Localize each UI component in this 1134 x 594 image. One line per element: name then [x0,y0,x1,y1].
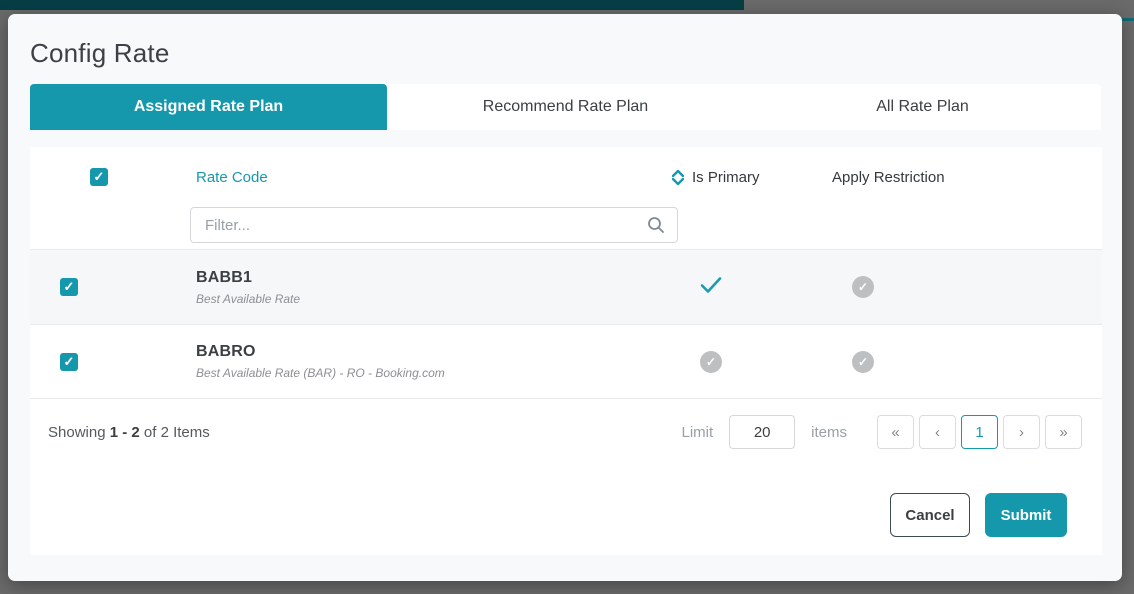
pagination: « ‹ 1 › » [877,415,1082,449]
select-all-checkbox[interactable]: ✓ [90,168,108,186]
rate-description: Best Available Rate [196,292,692,306]
limit-input[interactable] [729,415,795,449]
search-icon [646,215,666,240]
tab-all-rate-plan[interactable]: All Rate Plan [744,84,1101,130]
is-primary-circle-check-icon: ✓ [700,351,722,373]
modal-title: Config Rate [30,38,1102,68]
apply-restriction-column-header: Apply Restriction [832,169,1052,186]
rate-code-value: BABB1 [196,269,692,287]
rate-code-value: BABRO [196,343,692,361]
table-row[interactable]: ✓ BABRO Best Available Rate (BAR) - RO -… [30,324,1102,399]
is-primary-check-icon [700,281,722,298]
filter-input[interactable] [190,207,678,243]
tab-recommend-rate-plan[interactable]: Recommend Rate Plan [387,84,744,130]
row-checkbox[interactable]: ✓ [60,278,78,296]
limit-label: Limit [681,424,713,441]
table-body: ✓ BABB1 Best Available Rate ✓ ✓ ✓ BABRO … [30,249,1102,399]
table-header-row: ✓ Rate Code Is Primary Apply Restriction [30,147,1102,207]
config-rate-modal: Config Rate Assigned Rate PlanRecommend … [8,14,1122,581]
page-top-accent-bar [0,0,744,10]
apply-restriction-circle-check-icon: ✓ [852,351,874,373]
next-page-button[interactable]: › [1003,415,1040,449]
rate-plan-table: ✓ Rate Code Is Primary Apply Restriction… [30,147,1102,555]
table-row[interactable]: ✓ BABB1 Best Available Rate ✓ ✓ [30,249,1102,324]
page-right-accent [1122,18,1134,21]
prev-page-button[interactable]: ‹ [919,415,956,449]
rate-description: Best Available Rate (BAR) - RO - Booking… [196,366,692,380]
showing-count: Showing 1 - 2 of 2 Items [48,424,210,441]
submit-button[interactable]: Submit [985,493,1067,537]
items-label: items [811,424,847,441]
tab-assigned-rate-plan[interactable]: Assigned Rate Plan [30,84,387,130]
modal-actions: Cancel Submit [890,493,1067,537]
rate-code-column-header[interactable]: Rate Code [196,169,268,186]
filter-field [190,207,678,243]
table-footer: Showing 1 - 2 of 2 Items Limit items « ‹… [30,399,1102,465]
apply-restriction-circle-check-icon: ✓ [852,276,874,298]
page-1-button[interactable]: 1 [961,415,998,449]
tab-bar: Assigned Rate PlanRecommend Rate PlanAll… [30,84,1101,130]
first-page-button[interactable]: « [877,415,914,449]
sort-icon[interactable] [672,169,684,186]
cancel-button[interactable]: Cancel [890,493,970,537]
row-checkbox[interactable]: ✓ [60,353,78,371]
last-page-button[interactable]: » [1045,415,1082,449]
is-primary-column-header: Is Primary [692,169,832,186]
